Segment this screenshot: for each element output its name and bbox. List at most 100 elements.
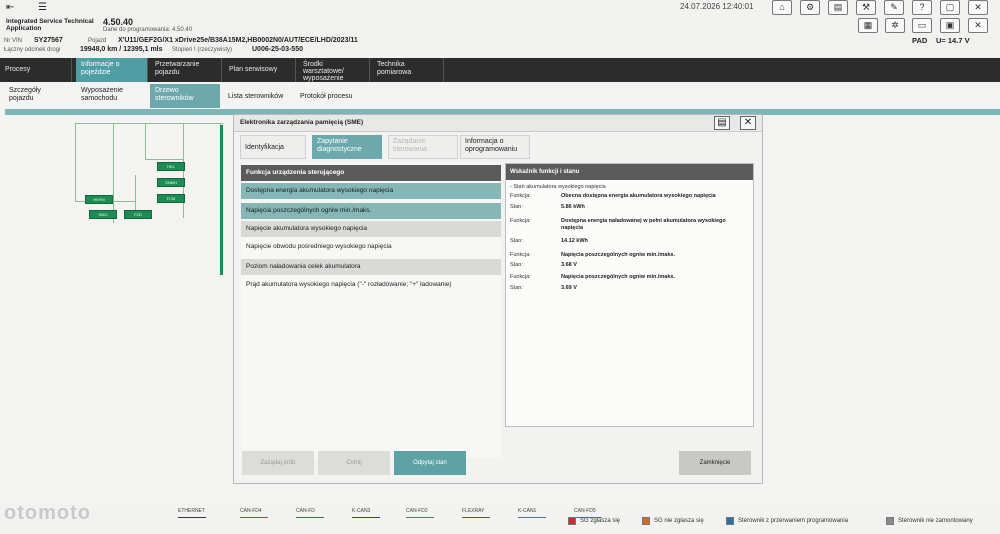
vin-value: SY27567 [34,37,63,44]
legend-line [178,517,206,518]
programmed-label: Dane do programowania: 4.50.40 [103,27,193,33]
tab-lista[interactable]: Lista sterowników [224,91,287,103]
close-icon[interactable]: ✕ [968,0,988,15]
sub-nav: Szczegóły pojazdu Wyposażenie samochodu … [0,84,1000,108]
tab-drzewo[interactable]: Drzewo sterowników [150,84,220,108]
legend-label: CAN-FD4 [240,508,262,514]
state-swatch [886,517,894,525]
legend-label: FLEXRAY [462,508,485,514]
dialog-print-icon[interactable]: ▤ [714,116,730,130]
settings-icon[interactable]: ⚙ [800,0,820,15]
vehicle-value: X'U11/GEF2G/X1 xDrive25e/B38A15M2,HB0002… [118,37,358,44]
app-name: Integrated Service Technical Application [6,18,94,32]
state-label: SG zgłasza się [580,518,621,524]
status-section: - Stan akumulatora wysokiego napięcia [510,184,606,190]
state-label: Stan: [510,204,523,210]
tab-informacja[interactable]: Informacja o oprogramowaniu [460,135,530,159]
level-label: Stopień I (rzeczywisty) [172,47,233,53]
function-item[interactable]: Poziom naładowania celek akumulatora [241,259,501,275]
tab-wyposazenie[interactable]: Wyposażenie samochodu [76,84,146,108]
close-small-icon[interactable]: ✕ [968,18,988,33]
vin-label: Nr VIN [4,38,22,44]
state-value: 3.68 V [561,262,577,268]
close-button[interactable]: Zamknięcie [679,451,751,475]
dialog-titlebar: Elektronika zarządzania pamięcią (SME) ▤… [234,115,762,132]
dialog-close-icon[interactable]: ✕ [740,116,756,130]
tab-szczegoly[interactable]: Szczegóły pojazdu [4,84,72,108]
legend-label: ETHERNET [178,508,205,514]
window-icon[interactable]: ▣ [940,18,960,33]
function-list: Funkcja urządzenia sterującego Dostępna … [241,163,501,458]
function-item[interactable]: Napięcie akumulatora wysokiego napięcia [241,221,501,237]
restore-icon[interactable]: ▢ [940,0,960,15]
tree-node[interactable]: SMO [89,210,117,219]
tree-node[interactable]: SNMH [157,178,185,187]
nav-procesy[interactable]: Procesy [0,58,72,82]
print-icon[interactable]: ▤ [828,0,848,15]
datetime: 24.07.2026 12:40:01 [680,2,754,11]
home-icon[interactable]: ⌂ [772,0,792,15]
nav-technika[interactable]: Technika pomiarowa [372,58,444,82]
state-swatch [726,517,734,525]
gear-small-icon[interactable]: ✲ [885,18,905,33]
function-item[interactable]: Napięcie obwodu pośredniego wysokiego na… [241,239,501,255]
bus-line [220,125,223,275]
function-item[interactable]: Napięcia poszczególnych ogniw min./maks. [241,203,501,219]
tree-node[interactable]: FZD [124,210,152,219]
legend-line [462,517,490,518]
state-label: Stan: [510,285,523,291]
state-label: Sterownik z przerwaniem programowania [738,518,849,524]
state-swatch [642,517,650,525]
func-value: Dostępna energia naładowanej w pełni aku… [561,218,726,231]
back-icon[interactable]: ⇤ [6,2,14,13]
hammer-icon[interactable]: ✎ [884,0,904,15]
tab-zazadanie[interactable]: Zażądanie sterowania [388,135,458,159]
mileage-label: Łączny odcinek drogi [4,47,61,53]
func-label: Funkcja: [510,274,531,280]
function-item[interactable]: Dostępna energia akumulatora wysokiego n… [241,183,501,199]
state-label: Stan: [510,238,523,244]
main-nav: Procesy Informacje o pojeździe Przetwarz… [0,58,1000,82]
legend-line [518,517,546,518]
bus-icon[interactable]: ▦ [858,18,878,33]
legend-line [240,517,268,518]
voltage: U= 14.7 V [936,36,970,45]
level-value: U006-25-03-550 [252,46,303,53]
wrench-icon[interactable]: ⚒ [856,0,876,15]
app-version: 4.50.40 [103,17,134,27]
state-swatch [568,517,576,525]
tab-zapytanie[interactable]: Zapytanie diagnostyczne [312,135,382,159]
func-value: Napięcia poszczególnych ogniw min./maks. [561,252,676,258]
nav-przetwarzanie[interactable]: Przetwarzanie pojazdu [150,58,222,82]
tree-node[interactable]: HKL [157,162,185,171]
vehicle-label: Pojazd [88,38,107,44]
title-bar: ⇤ ☰ Integrated Service Technical Applica… [0,0,1000,56]
bus-legend: otomoto ETHERNET CAN-FD4 CAN-FD K-CAN3 C… [0,500,1000,534]
func-value: Napięcia poszczególnych ogniw min./maks. [561,274,676,280]
list-icon[interactable]: ☰ [38,2,47,13]
legend-label: CAN-FD2 [406,508,428,514]
tree-node[interactable]: FCM [157,194,185,203]
legend-label: K-CAN3 [352,508,371,514]
query-state-button[interactable]: Odpytaj stan [394,451,466,475]
mileage-value: 19948,0 km / 12395,1 mls [80,46,163,53]
controller-tree: HKL SNMH FCM HKFM SMO FZD [5,115,233,495]
state-value: 3.69 V [561,285,577,291]
status-panel: Wskaźnik funkcji i stanu - Stan akumulat… [505,163,754,427]
watermark: otomoto [4,502,91,524]
nav-informacje[interactable]: Informacje o pojeździe [76,58,148,82]
tree-node[interactable]: HKFM [85,195,113,204]
legend-label: CAN-FD5 [574,508,596,514]
tab-protokol[interactable]: Protokół procesu [296,91,357,103]
display-icon[interactable]: ▭ [912,18,932,33]
function-item[interactable]: Prąd akumulatora wysokiego napięcia ("-"… [241,277,501,293]
function-list-header: Funkcja urządzenia sterującego [241,165,501,181]
nav-srodki[interactable]: Środki warsztatowe/ wyposażenie [298,58,370,82]
tab-identyfikacja[interactable]: Identyfikacja [240,135,306,159]
nav-plan-serwisowy[interactable]: Plan serwisowy [224,58,296,82]
status-panel-header: Wskaźnik funkcji i stanu [506,164,753,180]
help-icon[interactable]: ? [912,0,932,15]
request-tests-button[interactable]: Zażądaj prób [242,451,314,475]
undo-button[interactable]: Cofnij [318,451,390,475]
legend-label: CAN-FD [296,508,315,514]
